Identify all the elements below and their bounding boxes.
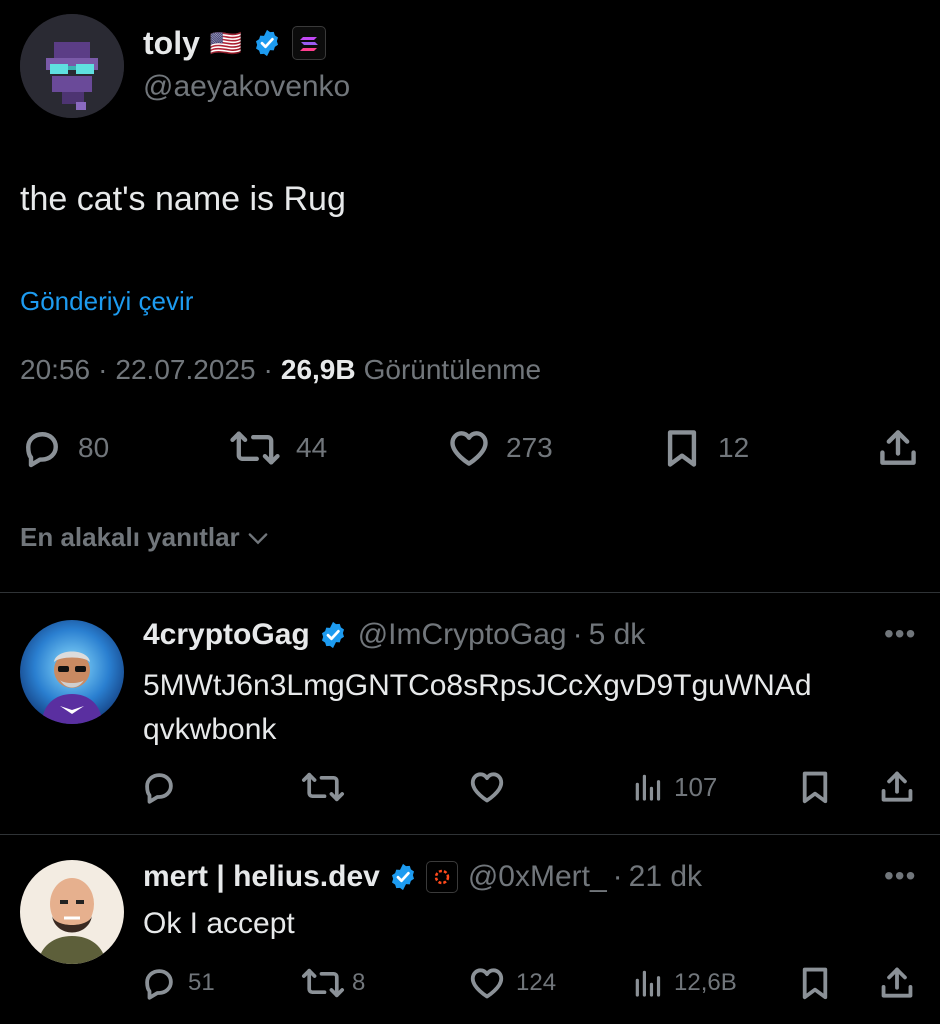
repost-icon xyxy=(230,431,280,465)
views-icon xyxy=(635,970,661,997)
sort-label: En alakalı yanıtlar xyxy=(20,522,240,552)
verified-badge-icon xyxy=(318,620,348,650)
post-text: the cat's name is Rug xyxy=(20,180,346,218)
reply-avatar[interactable] xyxy=(20,620,124,724)
affiliate-badge-icon[interactable] xyxy=(425,861,458,893)
reply-header: mert | helius.dev @0xMert_ · 21 dk xyxy=(143,856,702,898)
post-date[interactable]: 22.07.2025 xyxy=(115,354,255,386)
reply-age[interactable]: 5 dk xyxy=(589,618,646,652)
bookmark-count: 12 xyxy=(718,432,750,463)
verified-badge-icon xyxy=(388,862,418,892)
repost-count: 8 xyxy=(352,969,366,996)
bookmark-icon xyxy=(667,430,697,467)
reply-handle[interactable]: @0xMert_ xyxy=(468,860,607,894)
post-time[interactable]: 20:56 xyxy=(20,354,90,386)
reply-button[interactable] xyxy=(140,768,178,806)
reply-button[interactable]: 80 xyxy=(20,426,109,470)
divider xyxy=(0,834,940,835)
reply-text: 5MWtJ6n3LmgGNTCo8sRpsJCcXgvD9TguWNAd qvk… xyxy=(143,669,812,746)
repost-button[interactable] xyxy=(300,768,346,806)
repost-button[interactable]: 8 xyxy=(300,964,365,1002)
reply-text: Ok I accept xyxy=(143,907,295,940)
reply-icon xyxy=(145,773,173,804)
author-handle[interactable]: @aeyakovenko xyxy=(143,70,350,104)
bookmark-button[interactable] xyxy=(796,768,834,806)
views-count: 107 xyxy=(674,771,718,802)
views-button[interactable]: 107 xyxy=(632,768,717,806)
reply-icon xyxy=(145,969,173,1000)
post-meta: 20:56 · 22.07.2025 · 26,9B Görüntülenme xyxy=(20,354,541,386)
share-button[interactable] xyxy=(878,964,916,1002)
chevron-down-icon xyxy=(248,532,268,544)
reply-display-name[interactable]: 4cryptoGag xyxy=(143,618,310,652)
share-icon xyxy=(881,967,913,998)
heart-icon xyxy=(450,431,488,466)
translate-link[interactable]: Gönderiyi çevir xyxy=(20,286,193,317)
bookmark-icon xyxy=(802,771,828,804)
reply-count: 51 xyxy=(188,969,215,996)
heart-icon xyxy=(470,772,504,803)
bookmark-button[interactable]: 12 xyxy=(660,426,749,470)
author-name-row: toly 🇺🇸 xyxy=(143,22,327,64)
verified-badge-icon xyxy=(252,28,282,58)
reply-age[interactable]: 21 dk xyxy=(629,860,702,894)
heart-icon xyxy=(470,968,504,999)
views-count: 12,6B xyxy=(674,969,737,996)
views-label: Görüntülenme xyxy=(363,354,542,385)
like-count: 124 xyxy=(516,969,557,996)
share-icon xyxy=(880,430,916,465)
affiliate-badge-icon[interactable] xyxy=(292,26,327,60)
repost-count: 44 xyxy=(296,432,328,463)
like-button[interactable]: 273 xyxy=(446,426,553,470)
reply-display-name[interactable]: mert | helius.dev xyxy=(143,860,380,894)
views-icon xyxy=(635,774,661,801)
reply-header: 4cryptoGag @ImCryptoGag · 5 dk xyxy=(143,614,645,656)
repost-icon xyxy=(301,968,345,998)
reply-icon xyxy=(26,432,58,468)
reply-avatar[interactable] xyxy=(20,860,124,964)
reply-handle[interactable]: @ImCryptoGag xyxy=(358,618,567,652)
author-avatar[interactable] xyxy=(20,14,124,118)
bookmark-icon xyxy=(802,967,828,1000)
repost-icon xyxy=(301,772,345,802)
meta-separator: · xyxy=(612,860,623,893)
author-display-name[interactable]: toly xyxy=(143,25,200,62)
like-button[interactable] xyxy=(468,768,506,806)
like-button[interactable]: 124 xyxy=(468,964,556,1002)
repost-button[interactable]: 44 xyxy=(228,426,327,470)
bookmark-button[interactable] xyxy=(796,964,834,1002)
more-icon[interactable]: ••• xyxy=(884,860,916,892)
meta-separator: · xyxy=(98,354,108,385)
reply-count: 80 xyxy=(78,432,110,463)
flag-icon: 🇺🇸 xyxy=(209,27,243,58)
views-button[interactable]: 12,6B xyxy=(632,964,737,1002)
meta-separator: · xyxy=(572,618,583,651)
share-button[interactable] xyxy=(876,426,920,470)
share-icon xyxy=(881,771,913,802)
divider xyxy=(0,592,940,593)
meta-separator: · xyxy=(263,354,273,385)
share-button[interactable] xyxy=(878,768,916,806)
sort-dropdown[interactable]: En alakalı yanıtlar xyxy=(20,522,272,553)
reply-button[interactable]: 51 xyxy=(140,964,215,1002)
like-count: 273 xyxy=(506,432,553,463)
views-count: 26,9B xyxy=(280,354,356,385)
more-icon[interactable]: ••• xyxy=(884,618,916,650)
